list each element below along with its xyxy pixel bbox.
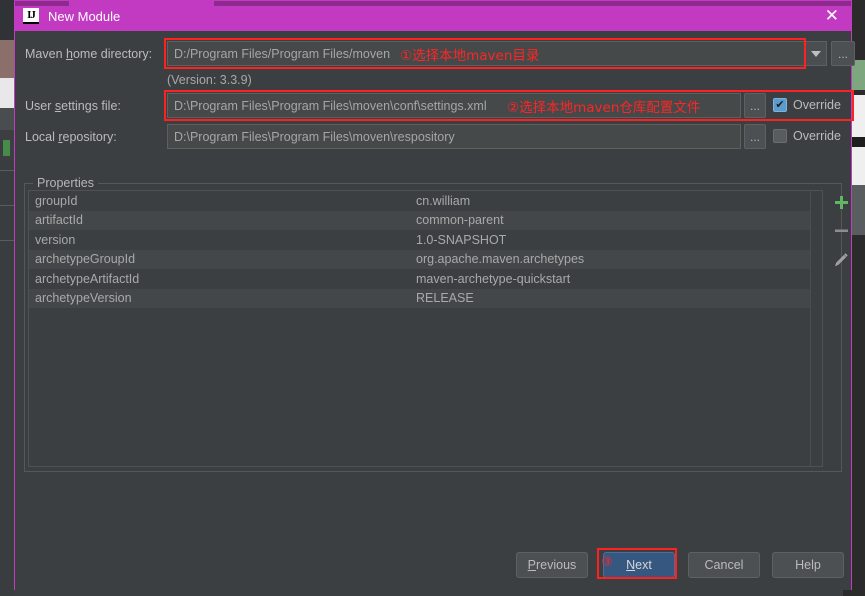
titlebar-top-accent-light [69,1,214,6]
close-icon[interactable]: ✕ [825,6,839,26]
dialog-titlebar[interactable]: IJ New Module ✕ [15,1,851,31]
user-settings-label: User settings file: [25,99,121,113]
edit-property-button[interactable] [830,249,852,271]
dialog-content: Maven home directory: D:/Program Files/P… [15,31,851,590]
intellij-logo-icon: IJ [23,8,39,24]
background-left-strip [0,0,14,596]
property-value: RELEASE [416,291,822,305]
bg-fragment-toolwindow [0,108,14,130]
dialog-title: New Module [48,9,120,24]
local-repository-override-label: Override [793,129,841,143]
property-value: common-parent [416,213,822,227]
user-settings-override-label: Override [793,98,841,112]
table-row[interactable]: archetypeArtifactIdmaven-archetype-quick… [29,269,822,289]
property-value: org.apache.maven.archetypes [416,252,822,266]
properties-table[interactable]: groupIdcn.williamartifactIdcommon-parent… [28,190,823,467]
plus-icon [834,195,849,210]
previous-button[interactable]: Previous [516,552,588,578]
help-button[interactable]: Help [772,552,844,578]
table-row[interactable]: archetypeVersionRELEASE [29,289,822,309]
local-repository-label: Local repository: [25,130,117,144]
property-key: archetypeVersion [29,291,416,305]
properties-legend: Properties [33,176,98,190]
bg-divider-2 [0,205,14,206]
next-button[interactable]: Next [603,552,675,578]
pencil-icon [833,252,849,268]
maven-home-label: Maven home directory: [25,47,152,61]
remove-property-button[interactable] [830,219,852,241]
chevron-down-icon [811,51,821,57]
bg-fragment-lower [0,160,14,596]
minus-icon [834,223,849,238]
property-key: artifactId [29,213,416,227]
table-row[interactable]: version1.0-SNAPSHOT [29,230,822,250]
table-row[interactable]: groupIdcn.william [29,191,822,211]
property-value: 1.0-SNAPSHOT [416,233,822,247]
property-key: archetypeArtifactId [29,272,416,286]
user-settings-input[interactable]: D:\Program Files\Program Files\moven\con… [167,93,741,118]
properties-table-body: groupIdcn.williamartifactIdcommon-parent… [29,191,822,308]
cancel-button[interactable]: Cancel [688,552,760,578]
new-module-dialog: IJ New Module ✕ Maven home directory: D:… [14,0,852,590]
local-repository-override-checkbox[interactable]: Override [773,129,841,143]
property-value: maven-archetype-quickstart [416,272,822,286]
properties-scrollbar[interactable] [810,191,822,467]
bg-fragment-marker [3,140,10,156]
user-settings-browse-button[interactable]: ... [744,93,766,118]
checkbox-unchecked-icon [773,129,787,143]
maven-home-dropdown-button[interactable] [805,41,827,66]
bg-divider-3 [0,240,14,241]
bg-fragment-editor [0,0,14,40]
user-settings-override-checkbox[interactable]: ✔ Override [773,98,841,112]
property-key: version [29,233,416,247]
bg-fragment-panel [0,78,14,108]
local-repository-input: D:\Program Files\Program Files\moven\res… [167,124,741,149]
maven-version-text: (Version: 3.3.9) [167,73,252,87]
local-repository-browse-button[interactable]: ... [744,124,766,149]
bg-fragment-image [0,40,14,78]
property-key: groupId [29,194,416,208]
checkbox-checked-icon: ✔ [773,98,787,112]
maven-home-input[interactable]: D:/Program Files/Program Files/moven [167,41,805,66]
table-row[interactable]: archetypeGroupIdorg.apache.maven.archety… [29,250,822,270]
maven-home-browse-button[interactable]: ... [831,41,855,66]
property-key: archetypeGroupId [29,252,416,266]
add-property-button[interactable] [830,191,852,213]
bg-divider-1 [0,170,14,171]
table-row[interactable]: artifactIdcommon-parent [29,211,822,231]
property-value: cn.william [416,194,822,208]
properties-toolbar [827,191,857,301]
